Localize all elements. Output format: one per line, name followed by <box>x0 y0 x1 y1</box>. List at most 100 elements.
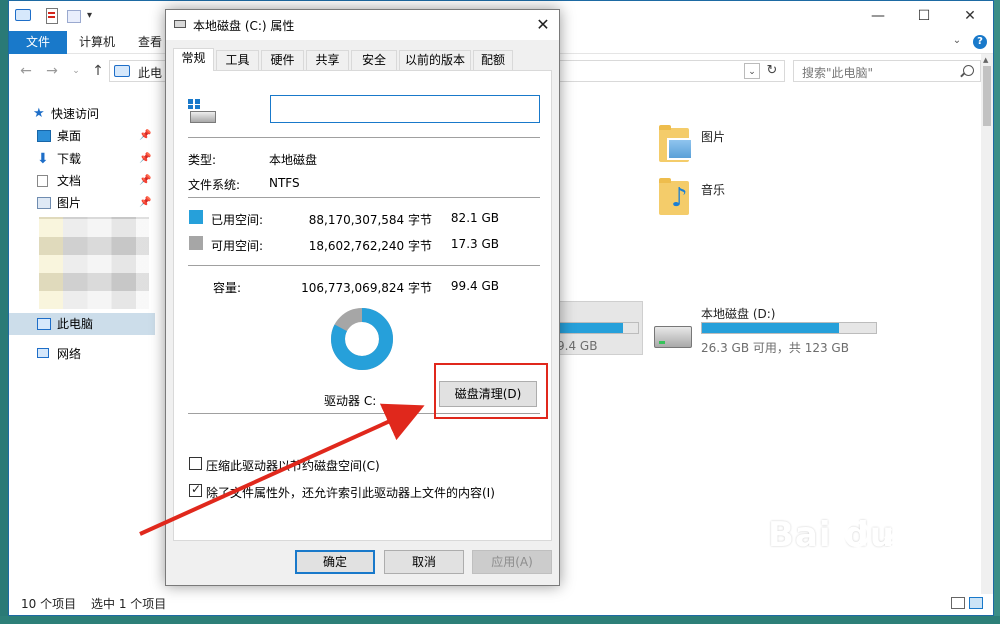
address-dropdown-icon[interactable]: ⌄ <box>744 63 760 79</box>
vertical-scrollbar[interactable] <box>981 54 993 594</box>
star-icon: ★ <box>33 106 45 121</box>
minimize-icon[interactable]: — <box>855 1 901 31</box>
pixelated-redaction <box>39 217 149 309</box>
index-checkbox[interactable] <box>189 482 202 497</box>
free-space-gb: 17.3 GB <box>450 237 499 251</box>
hard-drive-icon[interactable] <box>654 326 692 348</box>
network-icon <box>37 348 49 358</box>
recent-locations-icon[interactable]: ⌄ <box>67 66 85 76</box>
compress-checkbox[interactable] <box>189 457 202 470</box>
search-icon[interactable] <box>963 65 974 76</box>
sidebar-item-label: 快速访问 <box>51 107 100 121</box>
used-space-gb: 82.1 GB <box>450 211 499 225</box>
sidebar-item-network[interactable]: 网络 <box>9 343 155 365</box>
drive-name-input[interactable] <box>270 95 540 123</box>
divider <box>188 197 540 198</box>
up-arrow-icon[interactable]: ↑ <box>89 63 107 79</box>
pin-icon: 📌 <box>139 153 152 164</box>
desktop-background-bottom <box>0 616 1000 624</box>
pictures-folder-icon[interactable] <box>659 125 693 162</box>
new-folder-icon[interactable] <box>67 10 81 23</box>
forward-arrow-icon[interactable]: → <box>43 63 61 79</box>
quick-access-dropdown-icon[interactable]: ▾ <box>87 10 103 26</box>
this-pc-icon <box>37 318 51 330</box>
red-highlight-box <box>434 363 548 419</box>
sidebar-item-label: 图片 <box>57 196 82 210</box>
tab-hardware[interactable]: 硬件 <box>261 50 304 70</box>
free-space-bytes: 18,602,762,240 字节 <box>308 239 432 253</box>
back-arrow-icon[interactable]: ← <box>17 63 35 79</box>
watermark-cn: 经验 <box>884 527 932 555</box>
used-space-swatch <box>189 210 203 224</box>
tab-file[interactable]: 文件 <box>9 31 67 54</box>
drive-label: 驱动器 C: <box>324 394 377 408</box>
tab-quota[interactable]: 配额 <box>473 50 513 70</box>
drive-d-name[interactable]: 本地磁盘 (D:) <box>701 305 775 322</box>
sidebar-item-pictures[interactable]: 图片 📌 <box>9 192 155 214</box>
hard-drive-icon <box>190 111 216 123</box>
divider <box>188 265 540 266</box>
windows-logo-icon <box>188 99 200 109</box>
search-input[interactable]: 搜索"此电脑" <box>793 60 981 82</box>
capacity-gb: 99.4 GB <box>450 279 499 293</box>
sidebar-item-label: 网络 <box>57 347 82 361</box>
tab-sharing[interactable]: 共享 <box>306 50 349 70</box>
scrollbar-thumb[interactable] <box>983 66 991 126</box>
desktop-background-right <box>994 0 1000 624</box>
address-text: 此电 <box>138 66 163 80</box>
this-pc-icon <box>114 65 130 77</box>
selected-count: 选中 1 个项目 <box>91 597 167 611</box>
sidebar-item-label: 文档 <box>57 174 82 188</box>
pin-icon: 📌 <box>139 175 152 186</box>
watermark-logo: Bai du <box>768 515 895 555</box>
tab-previous-versions[interactable]: 以前的版本 <box>399 50 471 70</box>
apply-button[interactable]: 应用(A) <box>472 550 552 574</box>
cancel-button[interactable]: 取消 <box>384 550 464 574</box>
sidebar-item-label: 桌面 <box>57 129 82 143</box>
baidu-jingyan-watermark: Bai du 经验 jingyan.baidu.com <box>768 515 968 605</box>
tab-general[interactable]: 常规 <box>173 48 214 71</box>
download-icon: ⬇ <box>37 151 49 167</box>
tab-tools[interactable]: 工具 <box>216 50 259 70</box>
drive-c-usage-fill <box>554 323 623 333</box>
drive-d-free-text: 26.3 GB 可用，共 123 GB <box>701 341 849 355</box>
sidebar-item-downloads[interactable]: ⬇ 下载 📌 <box>9 148 155 170</box>
document-icon <box>37 175 48 187</box>
filesystem-label: 文件系统: <box>188 178 241 192</box>
used-space-bytes: 88,170,307,584 字节 <box>308 213 432 227</box>
tab-security[interactable]: 安全 <box>351 50 397 70</box>
drive-c-usage-bar <box>553 322 639 334</box>
drive-large-icon <box>188 99 218 125</box>
sidebar-item-this-pc[interactable]: 此电脑 <box>9 313 155 335</box>
index-label[interactable]: 除了文件属性外，还允许索引此驱动器上文件的内容(I) <box>206 484 495 501</box>
desktop-background-left <box>0 0 8 624</box>
pin-icon: 📌 <box>139 197 152 208</box>
help-icon[interactable]: ? <box>973 35 987 49</box>
music-folder-icon[interactable] <box>659 178 689 215</box>
refresh-icon[interactable]: ↻ <box>764 63 780 79</box>
ok-button[interactable]: 确定 <box>295 550 375 574</box>
sidebar-item-label: 下载 <box>57 152 82 166</box>
general-tab-panel: 类型: 本地磁盘 文件系统: NTFS 已用空间: 88,170,307,584… <box>173 70 552 541</box>
properties-icon[interactable] <box>46 8 58 24</box>
picture-icon <box>37 197 51 209</box>
drive-properties-dialog: 本地磁盘 (C:) 属性 ✕ 常规 工具 硬件 共享 安全 以前的版本 配额 类… <box>165 9 560 586</box>
filesystem-value: NTFS <box>269 176 300 190</box>
tiles-view-icon[interactable] <box>969 597 983 609</box>
drive-d-usage-fill <box>702 323 840 333</box>
tab-computer[interactable]: 计算机 <box>67 31 127 54</box>
folder-music-label[interactable]: 音乐 <box>701 181 725 198</box>
sidebar-item-documents[interactable]: 文档 📌 <box>9 170 155 192</box>
close-icon[interactable]: ✕ <box>527 10 559 40</box>
watermark-url: jingyan.baidu.com <box>770 573 917 591</box>
pin-icon: 📌 <box>139 130 152 141</box>
maximize-icon[interactable]: ☐ <box>901 1 947 31</box>
this-pc-icon <box>15 9 31 21</box>
sidebar-item-desktop[interactable]: 桌面 📌 <box>9 125 155 147</box>
expand-ribbon-icon[interactable]: ⌄ <box>951 35 963 47</box>
compress-label[interactable]: 压缩此驱动器以节约磁盘空间(C) <box>206 457 380 474</box>
sidebar-item-quick-access[interactable]: ★ 快速访问 <box>9 103 155 125</box>
close-icon[interactable]: ✕ <box>947 1 993 31</box>
dialog-titlebar: 本地磁盘 (C:) 属性 ✕ <box>166 10 559 40</box>
folder-pictures-label[interactable]: 图片 <box>701 128 725 145</box>
